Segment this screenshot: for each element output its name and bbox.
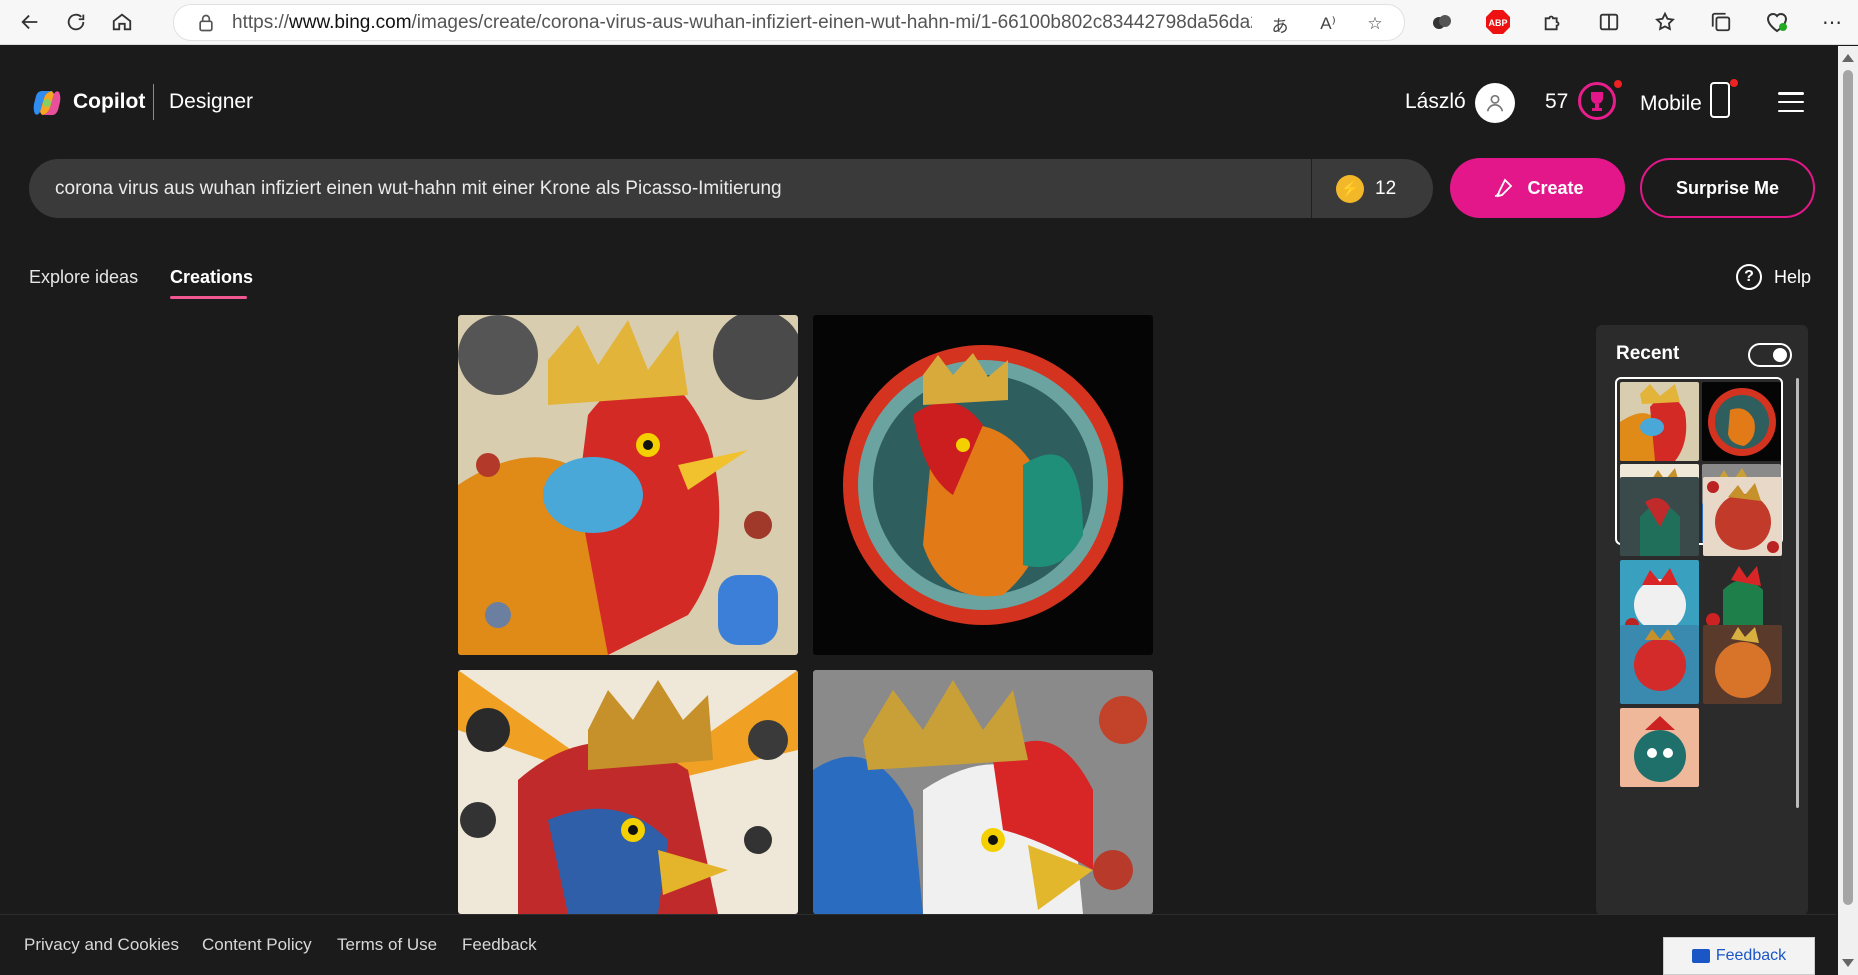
svg-text:ABP: ABP [1488, 18, 1507, 28]
creation-image-4[interactable] [813, 670, 1153, 914]
recent-thumb[interactable] [1620, 625, 1699, 704]
feedback-link[interactable]: Feedback [462, 935, 537, 955]
recent-panel: Recent [1596, 325, 1808, 915]
surprise-me-button[interactable]: Surprise Me [1640, 158, 1815, 218]
extension-icon[interactable] [1428, 8, 1456, 36]
avatar-icon[interactable] [1475, 83, 1515, 123]
split-screen-icon[interactable] [1595, 8, 1623, 36]
scroll-up-icon[interactable] [1842, 54, 1854, 62]
notification-dot [1614, 80, 1622, 88]
prompt-text[interactable]: corona virus aus wuhan infiziert einen w… [55, 178, 782, 200]
privacy-link[interactable]: Privacy and Cookies [24, 935, 179, 955]
extensions-puzzle-icon[interactable] [1539, 8, 1567, 36]
mobile-label[interactable]: Mobile [1640, 92, 1702, 116]
copilot-logo [33, 90, 61, 116]
rewards-points[interactable]: 57 [1545, 90, 1568, 114]
copilot-brand[interactable]: Copilot [73, 90, 145, 114]
browser-toolbar: https://www.bing.com/images/create/coron… [0, 0, 1858, 45]
prompt-input[interactable]: corona virus aus wuhan infiziert einen w… [29, 159, 1433, 218]
brand-divider [153, 84, 154, 120]
home-icon[interactable] [100, 4, 144, 40]
tab-creations[interactable]: Creations [170, 267, 253, 288]
recent-thumb[interactable] [1703, 477, 1782, 556]
recent-title: Recent [1616, 343, 1680, 364]
help-link[interactable]: Help [1774, 267, 1811, 288]
brush-icon [1495, 178, 1513, 198]
content-policy-link[interactable]: Content Policy [202, 935, 312, 955]
adblock-icon[interactable]: ABP [1484, 8, 1512, 36]
translate-icon[interactable]: あ [1269, 13, 1291, 36]
recent-thumbs-group-3 [1620, 625, 1782, 787]
back-icon[interactable] [8, 4, 52, 40]
phone-icon[interactable] [1710, 82, 1730, 118]
recent-thumb[interactable] [1620, 382, 1699, 461]
favorite-star-icon[interactable]: ☆ [1364, 13, 1386, 35]
scrollbar-thumb[interactable] [1843, 70, 1853, 905]
refresh-icon[interactable] [54, 4, 98, 40]
creation-image-2[interactable] [813, 315, 1153, 655]
scroll-down-icon[interactable] [1842, 959, 1854, 967]
recent-thumbs-group-2 [1620, 477, 1782, 639]
designer-brand[interactable]: Designer [169, 90, 253, 114]
favorites-icon[interactable] [1651, 8, 1679, 36]
feedback-button[interactable]: Feedback [1663, 937, 1815, 975]
create-button[interactable]: Create [1450, 158, 1625, 218]
recent-thumb[interactable] [1620, 708, 1699, 787]
active-tab-underline [170, 296, 247, 299]
boost-bolt-icon: ⚡ [1336, 175, 1364, 203]
terms-link[interactable]: Terms of Use [337, 935, 437, 955]
mobile-notification-dot [1730, 79, 1738, 87]
url-text: https://www.bing.com/images/create/coron… [232, 11, 1252, 33]
recent-toggle[interactable] [1748, 343, 1792, 367]
more-options-icon[interactable]: ⋯ [1818, 8, 1846, 36]
prompt-divider [1311, 159, 1312, 218]
help-icon[interactable]: ? [1736, 264, 1762, 290]
address-bar[interactable]: https://www.bing.com/images/create/coron… [173, 4, 1405, 41]
boost-count: 12 [1375, 178, 1397, 199]
lock-icon [199, 14, 213, 31]
collections-icon[interactable] [1707, 8, 1735, 36]
rewards-trophy-icon[interactable] [1578, 82, 1616, 120]
recent-thumb[interactable] [1703, 625, 1782, 704]
creation-image-1[interactable] [458, 315, 798, 655]
browser-essentials-icon[interactable] [1763, 8, 1791, 36]
hamburger-menu-icon[interactable] [1778, 92, 1804, 112]
user-name[interactable]: László [1405, 90, 1466, 114]
read-aloud-icon[interactable]: A⁾ [1317, 13, 1339, 35]
recent-thumb[interactable] [1620, 477, 1699, 556]
chat-icon [1691, 949, 1710, 963]
footer: Privacy and Cookies Content Policy Terms… [0, 914, 1836, 975]
recent-thumb[interactable] [1702, 382, 1781, 461]
recent-scrollbar[interactable] [1796, 378, 1799, 808]
creation-image-3[interactable] [458, 670, 798, 914]
tab-explore-ideas[interactable]: Explore ideas [29, 267, 138, 288]
page-scrollbar[interactable] [1838, 46, 1858, 975]
